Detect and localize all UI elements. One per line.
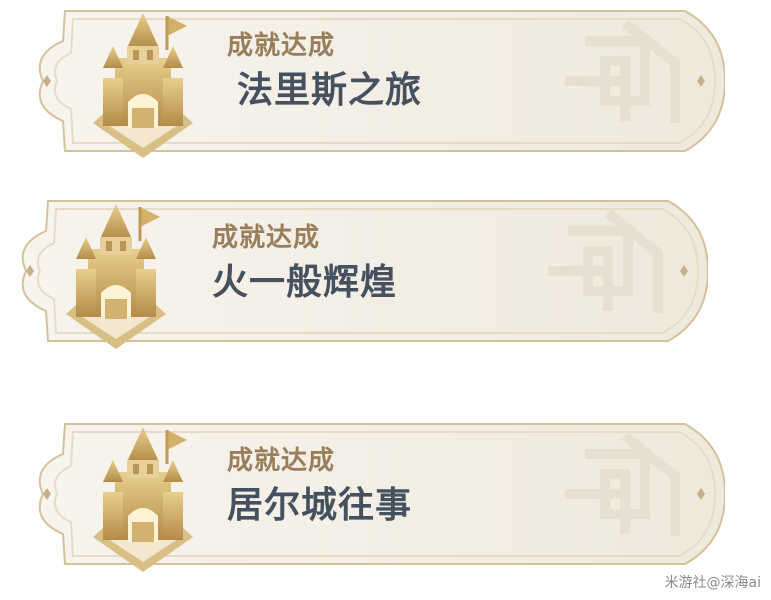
achievement-title: 居尔城往事 [227, 485, 413, 526]
achievement-title: 火一般辉煌 [212, 262, 398, 303]
castle-emblem-icon [93, 13, 193, 158]
achievement-caption: 成就达成 [212, 223, 321, 253]
achievement-title: 法里斯之旅 [237, 70, 423, 111]
watermark-text: 米游社@深海ai [664, 575, 761, 591]
achievement-caption: 成就达成 [227, 446, 336, 476]
achievement-banner-3: 成就达成 居尔城往事 [25, 416, 725, 572]
achievement-caption: 成就达成 [227, 31, 336, 61]
achievement-banner-2: 成就达成 火一般辉煌 [8, 193, 708, 349]
castle-emblem-icon [66, 204, 166, 349]
castle-emblem-icon [93, 427, 193, 572]
achievement-banner-1: 成就达成 法里斯之旅 [25, 3, 725, 159]
